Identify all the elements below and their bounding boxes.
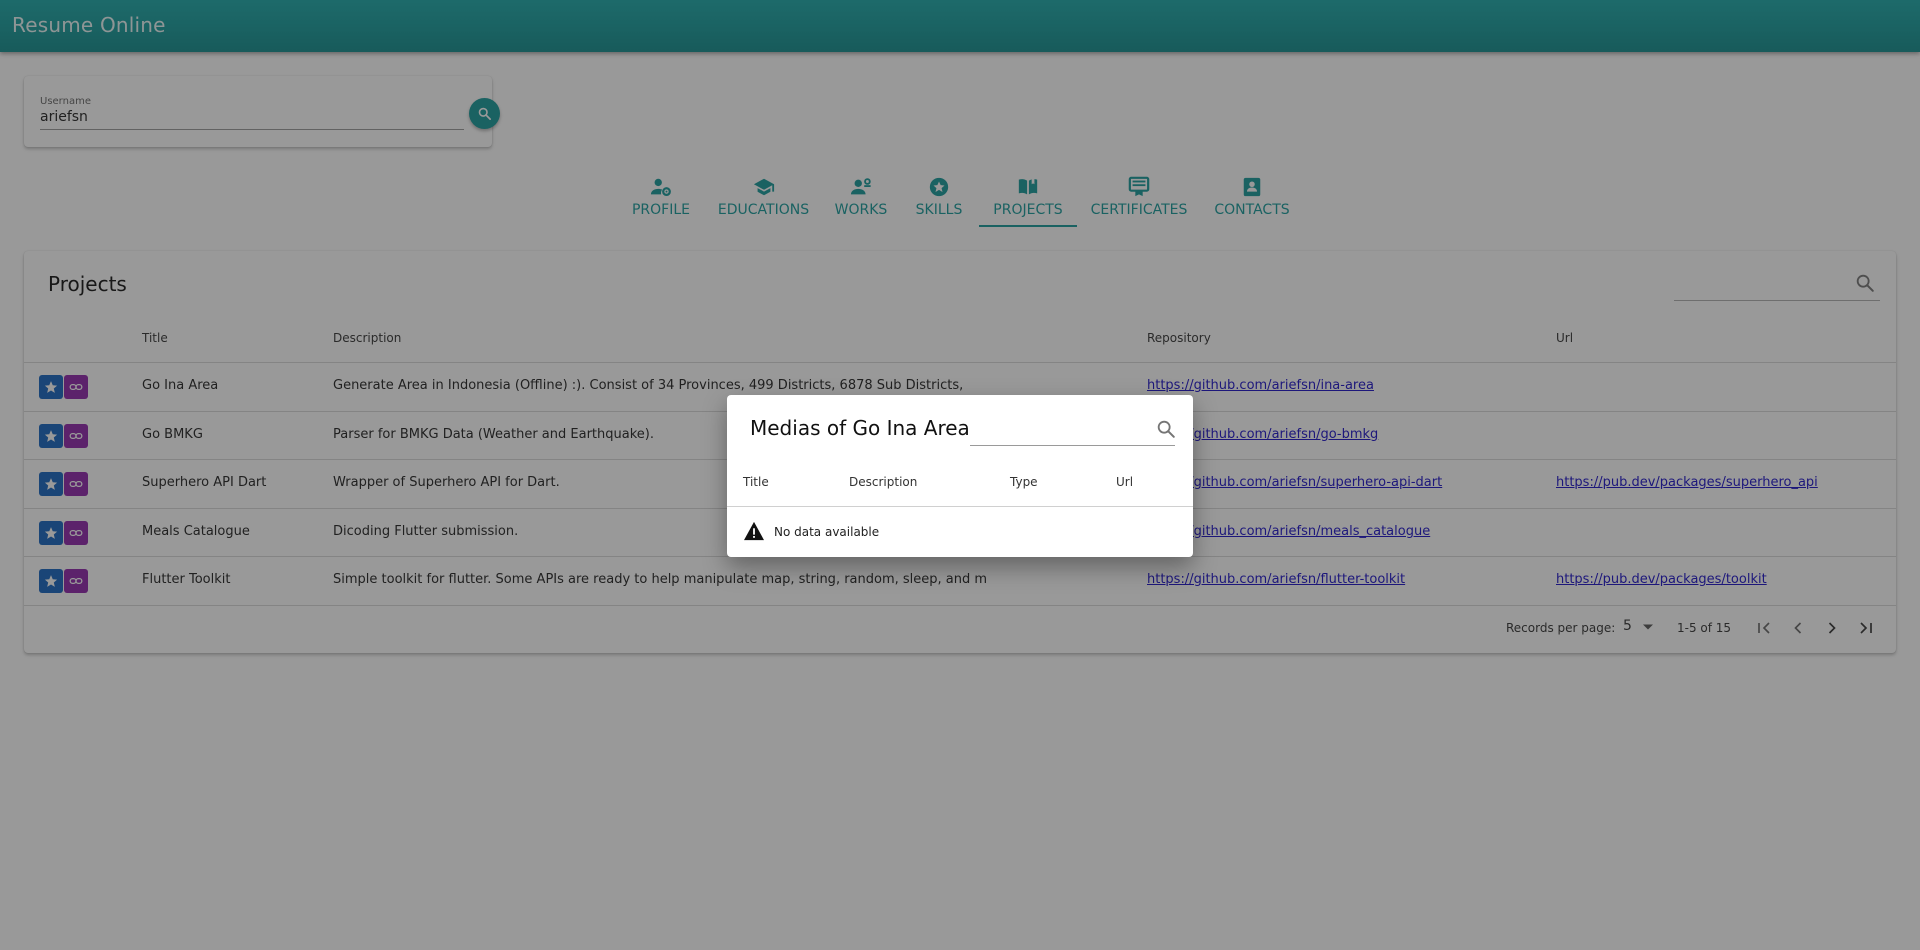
dialog-search-input[interactable]: [970, 445, 1175, 446]
dialog-column-url[interactable]: Url: [1116, 475, 1133, 489]
dialog-title: Medias of Go Ina Area: [750, 416, 970, 440]
dialog-column-description[interactable]: Description: [849, 475, 917, 489]
no-data-message: No data available: [774, 525, 880, 539]
dialog-header-divider: [727, 506, 1193, 507]
medias-dialog: Medias of Go Ina Area Title Description …: [727, 395, 1193, 557]
dialog-column-type[interactable]: Type: [1010, 475, 1038, 489]
warning-icon: [744, 521, 764, 541]
dialog-column-title[interactable]: Title: [743, 475, 769, 489]
search-icon[interactable]: [1155, 418, 1177, 440]
